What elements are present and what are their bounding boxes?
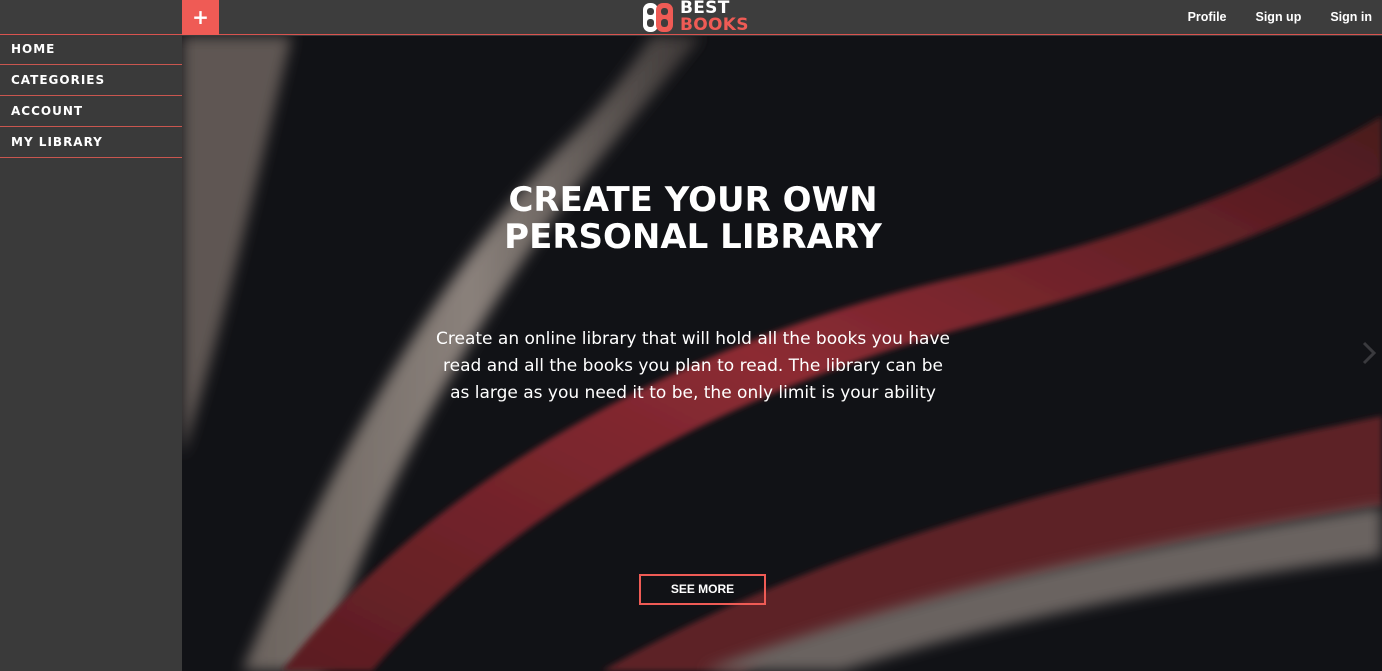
hero-title-line-1: CREATE YOUR OWN [508, 180, 878, 220]
sidebar-item-account[interactable]: ACCOUNT [0, 97, 182, 127]
hero-title-line-2: PERSONAL LIBRARY [504, 217, 882, 257]
books-logo-icon [643, 3, 673, 32]
hero-banner: CREATE YOUR OWN PERSONAL LIBRARY Create … [182, 36, 1382, 671]
logo[interactable]: BEST BOOKS [642, 0, 752, 35]
logo-word-books: BOOKS [680, 15, 749, 35]
see-more-button[interactable]: SEE MORE [639, 574, 766, 605]
page: + BEST BOOKS Profile Sign up Sign in HOM… [0, 0, 1382, 671]
sign-up-link[interactable]: Sign up [1256, 0, 1302, 35]
profile-link[interactable]: Profile [1188, 0, 1227, 35]
top-header: + BEST BOOKS Profile Sign up Sign in [0, 0, 1382, 35]
sidebar: HOME CATEGORIES ACCOUNT MY LIBRARY [0, 35, 182, 671]
hero-title: CREATE YOUR OWN PERSONAL LIBRARY [182, 182, 1204, 256]
sign-in-link[interactable]: Sign in [1330, 0, 1372, 35]
add-button[interactable]: + [182, 0, 219, 35]
sidebar-item-home[interactable]: HOME [0, 35, 182, 65]
top-nav: Profile Sign up Sign in [1159, 0, 1372, 35]
chevron-right-icon[interactable] [1362, 341, 1376, 365]
plus-icon: + [192, 5, 209, 29]
hero-description: Create an online library that will hold … [436, 329, 950, 403]
sidebar-item-my-library[interactable]: MY LIBRARY [0, 128, 182, 158]
sidebar-item-categories[interactable]: CATEGORIES [0, 66, 182, 96]
